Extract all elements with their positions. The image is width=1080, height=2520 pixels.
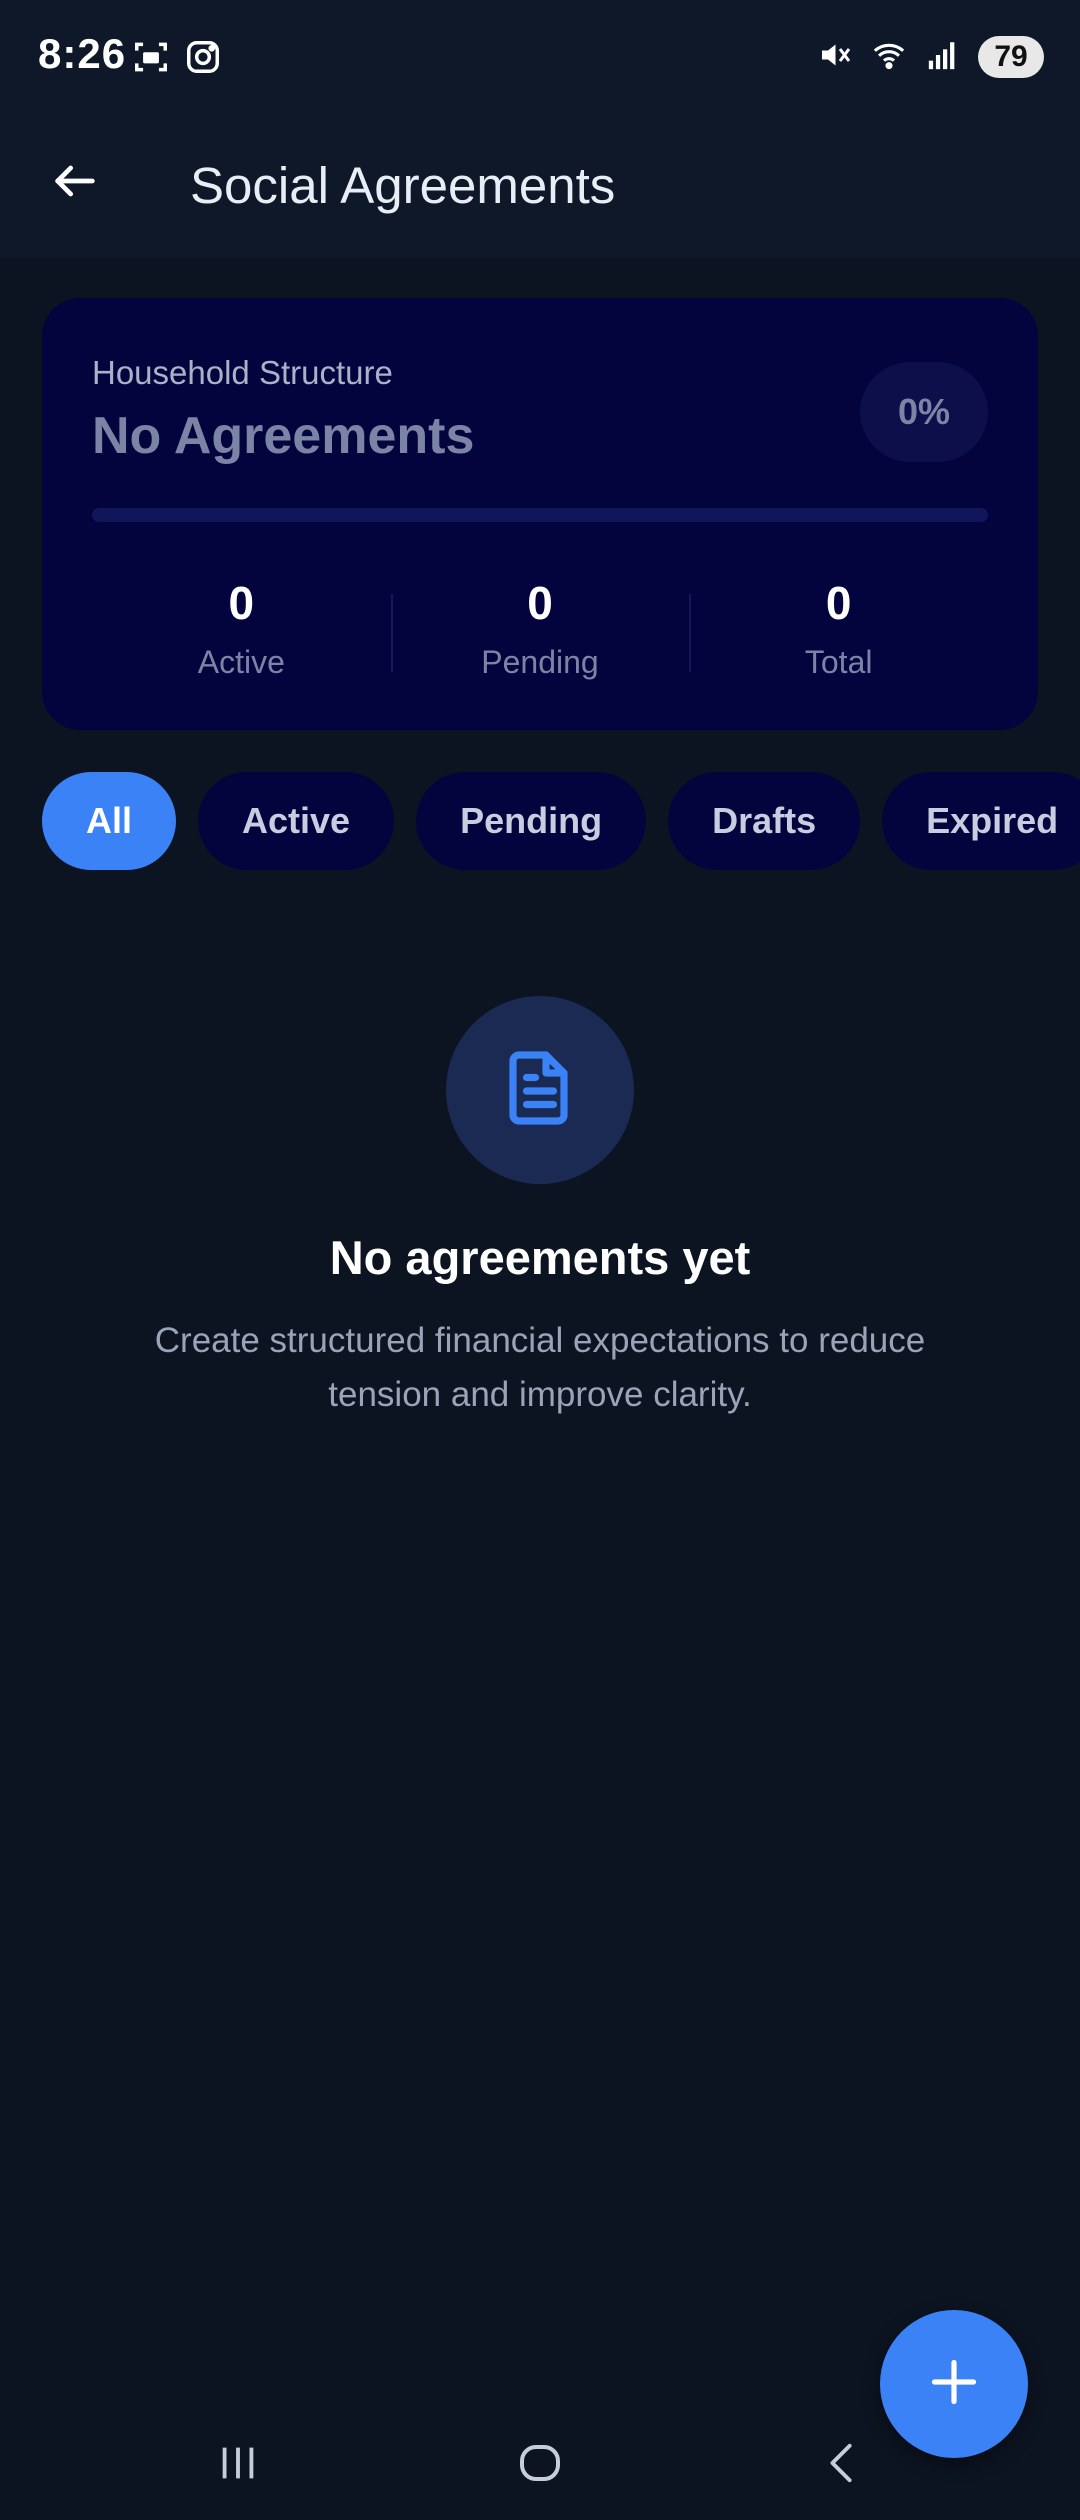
stat-active: 0 Active [92, 576, 391, 686]
screenshot-icon [132, 38, 170, 81]
card-status: No Agreements [92, 407, 475, 465]
stat-total: 0 Total [689, 576, 988, 686]
percent-badge: 0% [860, 362, 988, 462]
filter-chip-pending[interactable]: Pending [416, 772, 647, 870]
system-nav-bar [0, 2400, 1080, 2520]
filter-chip-active[interactable]: Active [198, 772, 395, 870]
filter-chip-expired[interactable]: Expired [882, 772, 1080, 870]
recent-apps-button[interactable] [198, 2430, 278, 2500]
recent-apps-icon [215, 2440, 261, 2491]
stat-value: 0 [825, 577, 852, 629]
document-icon [504, 1048, 576, 1133]
system-back-button[interactable] [802, 2430, 882, 2500]
stat-value: 0 [228, 577, 255, 629]
instagram-icon [184, 38, 222, 81]
progress-bar [92, 508, 988, 522]
chevron-left-icon [819, 2440, 865, 2491]
signal-icon [926, 38, 960, 77]
empty-state-title: No agreements yet [329, 1231, 751, 1284]
empty-state-subtitle: Create structured financial expectations… [154, 1321, 926, 1414]
stat-label: Active [197, 644, 285, 680]
mute-icon [816, 37, 852, 78]
filter-chip-drafts[interactable]: Drafts [668, 772, 861, 870]
stat-pending: 0 Pending [390, 576, 690, 686]
screen: 8:26 79 Social Agreements Household Stru… [0, 0, 1080, 2520]
arrow-left-icon [49, 155, 101, 212]
wifi-icon [870, 38, 908, 77]
filter-chip-all[interactable]: All [42, 772, 177, 870]
app-bar: Social Agreements [0, 120, 1080, 258]
home-icon [516, 2439, 564, 2492]
stats-row: 0 Active 0 Pending 0 Total [92, 576, 988, 686]
filter-chips: All Active Pending Drafts Expired [42, 772, 1080, 870]
page-title: Social Agreements [190, 157, 616, 214]
summary-card: Household Structure No Agreements 0% 0 A… [42, 298, 1038, 730]
card-label: Household Structure [92, 354, 393, 391]
empty-state-icon-circle [446, 996, 634, 1184]
battery-indicator: 79 [978, 36, 1044, 78]
status-bar: 8:26 79 [0, 0, 1080, 120]
stat-value: 0 [527, 577, 553, 629]
home-button[interactable] [500, 2430, 580, 2500]
status-time: 8:26 [38, 30, 127, 77]
stat-label: Pending [481, 644, 599, 680]
stat-label: Total [804, 644, 873, 680]
back-button[interactable] [40, 148, 110, 218]
